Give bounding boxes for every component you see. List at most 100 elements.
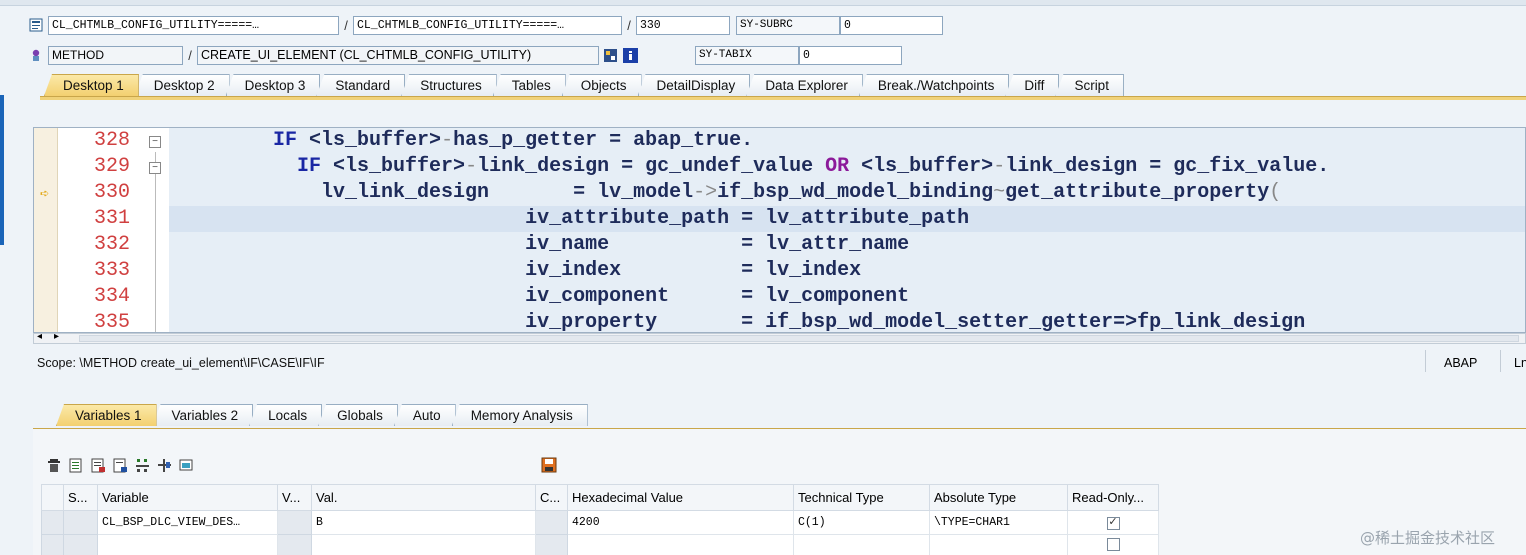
display-source-icon[interactable] <box>603 48 618 63</box>
code-line[interactable]: 335 iv_property = if_bsp_wd_model_setter… <box>34 310 1525 333</box>
sy-tabix-value[interactable]: 0 <box>799 45 902 65</box>
tab-locals[interactable]: Locals <box>249 404 323 426</box>
scope-label: Scope: \METHOD create_ui_element\IF\CASE… <box>37 356 325 370</box>
tab-desktop-3[interactable]: Desktop 3 <box>225 74 321 96</box>
line-number: 329 <box>93 155 130 178</box>
event-name-field[interactable]: CREATE_UI_ELEMENT (CL_CHTMLB_CONFIG_UTIL… <box>197 45 599 65</box>
navigate-icon[interactable] <box>156 457 172 473</box>
tab-tables[interactable]: Tables <box>492 74 566 96</box>
save-icon[interactable] <box>541 457 557 473</box>
tab-globals[interactable]: Globals <box>318 404 398 426</box>
import-icon[interactable] <box>90 457 106 473</box>
scroll-right-icon[interactable]: ▸ <box>54 331 59 342</box>
column-header-absolute-type[interactable]: Absolute Type <box>929 484 1068 511</box>
cell-variable[interactable]: CL_BSP_DLC_VIEW_DES… <box>97 510 278 535</box>
tab-detaildisplay[interactable]: DetailDisplay <box>637 74 751 96</box>
column-header-value[interactable]: Val. <box>311 484 536 511</box>
cell-technical-type <box>793 534 930 555</box>
tab-script[interactable]: Script <box>1055 74 1124 96</box>
sap-debugger-window: CL_CHTMLB_CONFIG_UTILITY=====… / CL_CHTM… <box>0 0 1526 555</box>
horizontal-scrollbar[interactable]: ◂ ▸ <box>33 331 1526 344</box>
top-border <box>0 0 1526 6</box>
cell-s <box>63 510 98 535</box>
cell-value[interactable]: B <box>311 510 536 535</box>
line-number: 332 <box>93 233 130 256</box>
code-text: iv_name = lv_attr_name <box>525 233 910 256</box>
header-row-method: METHOD / CREATE_UI_ELEMENT (CL_CHTMLB_CO… <box>28 45 902 65</box>
tab-break-watchpoints[interactable]: Break./Watchpoints <box>858 74 1010 96</box>
cell-v <box>277 534 312 555</box>
separator: / <box>344 17 348 33</box>
cell-c <box>535 510 568 535</box>
scrollbar-thumb[interactable] <box>79 335 1519 342</box>
row-selector[interactable] <box>41 534 64 555</box>
method-icon <box>28 48 43 63</box>
cell-absolute-type[interactable] <box>929 534 1068 555</box>
tab-desktop-2[interactable]: Desktop 2 <box>134 74 230 96</box>
include-field[interactable]: CL_CHTMLB_CONFIG_UTILITY=====… <box>353 15 622 35</box>
cell-absolute-type[interactable]: \TYPE=CHAR1 <box>929 510 1068 535</box>
variables-tab-strip: Variables 1 Variables 2 Locals Globals Auto M… <box>56 404 588 426</box>
code-text: iv_index = lv_index <box>525 259 862 282</box>
info-icon[interactable] <box>623 47 638 63</box>
structure-icon[interactable] <box>134 457 150 473</box>
export-icon[interactable] <box>68 457 84 473</box>
cell-c <box>535 534 568 555</box>
cell-v <box>277 510 312 535</box>
row-selector[interactable] <box>41 510 64 535</box>
event-type-field[interactable]: METHOD <box>48 45 183 65</box>
line-number: 331 <box>93 207 130 230</box>
column-header-v[interactable]: V... <box>277 484 312 511</box>
save-variables-icon[interactable] <box>112 457 128 473</box>
cell-hex <box>567 534 794 555</box>
column-header-c[interactable]: C... <box>535 484 568 511</box>
read-only-checkbox <box>1106 538 1120 551</box>
line-number: 334 <box>93 285 130 308</box>
tab-auto[interactable]: Auto <box>393 404 456 426</box>
watermark: @稀土掘金技术社区 <box>1360 529 1496 547</box>
tab-variables-2[interactable]: Variables 2 <box>152 404 254 426</box>
table-row[interactable]: CL_BSP_DLC_VIEW_DES… B 4200 C(1) \TYPE=C… <box>41 510 1159 535</box>
column-header-hex[interactable]: Hexadecimal Value <box>567 484 794 511</box>
display-icon[interactable] <box>178 457 194 473</box>
line-number: 328 <box>93 129 130 152</box>
code-line[interactable]: 334 iv_component = lv_component <box>34 284 1525 310</box>
tab-objects[interactable]: Objects <box>561 74 642 96</box>
program-field[interactable]: CL_CHTMLB_CONFIG_UTILITY=====… <box>48 15 339 35</box>
tab-desktop-1[interactable]: Desktop 1 <box>44 74 139 96</box>
code-line[interactable]: 330 lv_link_design = lv_model->if_bsp_wd… <box>34 180 1525 206</box>
tab-memory-analysis[interactable]: Memory Analysis <box>451 404 588 426</box>
cell-read-only <box>1067 534 1159 555</box>
tab-structures[interactable]: Structures <box>401 74 497 96</box>
code-line[interactable]: 329 IF <ls_buffer>-link_design = gc_unde… <box>34 154 1525 180</box>
variables-toolbar <box>46 457 194 473</box>
line-number-field[interactable]: 330 <box>636 15 730 35</box>
code-line[interactable]: 333 iv_index = lv_index <box>34 258 1525 284</box>
tab-diff[interactable]: Diff <box>1005 74 1060 96</box>
source-code-editor[interactable]: − − ➪ 328 IF <ls_buffer>-has_p_getter = … <box>33 127 1526 333</box>
code-line[interactable]: 332 iv_name = lv_attr_name <box>34 232 1525 258</box>
cell-value[interactable] <box>311 534 536 555</box>
code-text: IF <ls_buffer>-has_p_getter = abap_true. <box>273 129 754 152</box>
code-text: iv_property = if_bsp_wd_model_setter_get… <box>525 311 1306 333</box>
delete-icon[interactable] <box>46 457 62 473</box>
sy-subrc-value[interactable]: 0 <box>840 15 943 35</box>
language-label: ABAP <box>1444 356 1478 370</box>
tab-standard[interactable]: Standard <box>316 74 406 96</box>
table-row[interactable] <box>41 534 1159 555</box>
column-header-technical-type[interactable]: Technical Type <box>793 484 930 511</box>
column-header-variable[interactable]: Variable <box>97 484 278 511</box>
column-header-read-only[interactable]: Read-Only... <box>1067 484 1159 511</box>
column-header-s[interactable]: S... <box>63 484 98 511</box>
left-accent-strip <box>0 95 4 245</box>
read-only-checkbox: ✓ <box>1106 516 1120 530</box>
tab-data-explorer[interactable]: Data Explorer <box>746 74 863 96</box>
code-line[interactable]: 331 iv_attribute_path = lv_attribute_pat… <box>34 206 1525 232</box>
tab-variables-1[interactable]: Variables 1 <box>56 404 157 426</box>
code-line[interactable]: 328 IF <ls_buffer>-has_p_getter = abap_t… <box>34 128 1525 154</box>
scroll-left-icon[interactable]: ◂ <box>37 331 42 342</box>
divider <box>1425 350 1426 372</box>
cell-variable[interactable] <box>97 534 278 555</box>
line-number: 333 <box>93 259 130 282</box>
separator: / <box>627 17 631 33</box>
